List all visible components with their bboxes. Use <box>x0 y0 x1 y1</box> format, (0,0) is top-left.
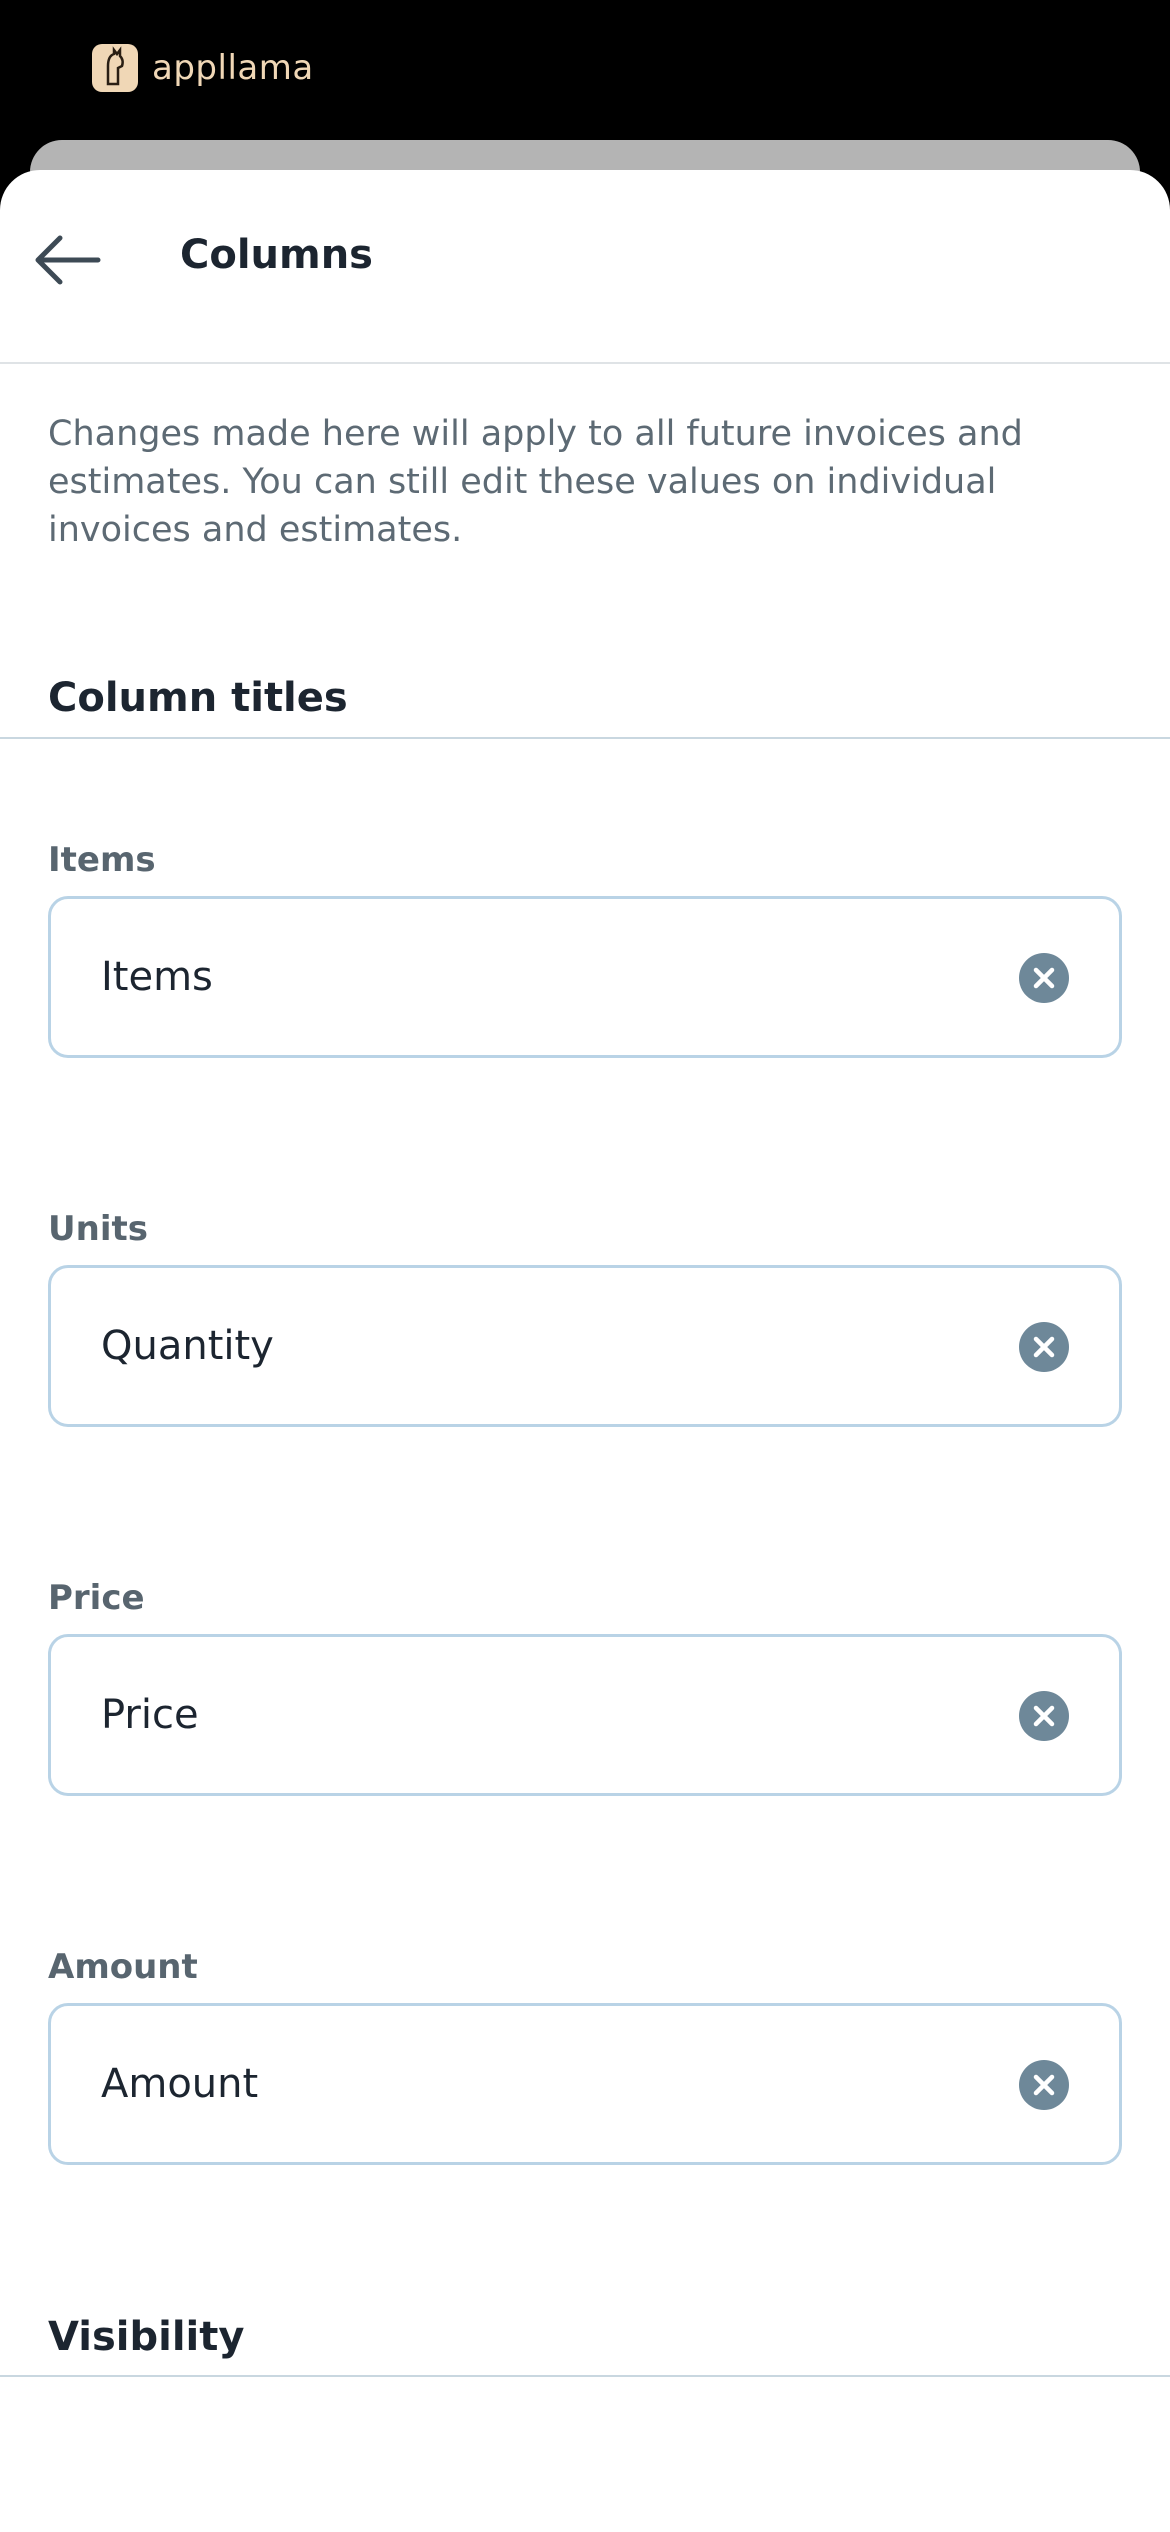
price-input[interactable] <box>101 1637 1001 1793</box>
clear-circle-icon <box>1033 2074 1055 2096</box>
price-field <box>48 1634 1122 1796</box>
status-bar: appllama <box>0 0 1170 140</box>
field-label-items: Items <box>48 840 156 880</box>
clear-units-button[interactable] <box>1019 1322 1069 1372</box>
brand-name: appllama <box>152 48 314 88</box>
section-heading-column-titles: Column titles <box>48 675 348 721</box>
section-divider <box>0 2375 1170 2377</box>
field-label-price: Price <box>48 1578 145 1618</box>
clear-circle-icon <box>1033 1336 1055 1358</box>
field-label-units: Units <box>48 1209 148 1249</box>
amount-field <box>48 2003 1122 2165</box>
clear-amount-button[interactable] <box>1019 2060 1069 2110</box>
section-heading-visibility: Visibility <box>48 2314 245 2360</box>
back-button[interactable] <box>26 220 106 300</box>
items-input[interactable] <box>101 899 1001 1055</box>
units-field <box>48 1265 1122 1427</box>
section-divider <box>0 737 1170 739</box>
arrow-left-icon <box>35 235 101 285</box>
columns-sheet: Columns Changes made here will apply to … <box>0 170 1170 2532</box>
clear-circle-icon <box>1033 967 1055 989</box>
clear-circle-icon <box>1033 1705 1055 1727</box>
llama-logo-icon <box>92 44 138 92</box>
clear-items-button[interactable] <box>1019 953 1069 1003</box>
page-title: Columns <box>180 232 373 278</box>
description-text: Changes made here will apply to all futu… <box>48 414 1023 550</box>
brand-logo: appllama <box>92 44 314 92</box>
amount-input[interactable] <box>101 2006 1001 2162</box>
sheet-header: Columns <box>0 170 1170 364</box>
units-input[interactable] <box>101 1268 1001 1424</box>
field-label-amount: Amount <box>48 1947 198 1987</box>
items-field <box>48 896 1122 1058</box>
clear-price-button[interactable] <box>1019 1691 1069 1741</box>
